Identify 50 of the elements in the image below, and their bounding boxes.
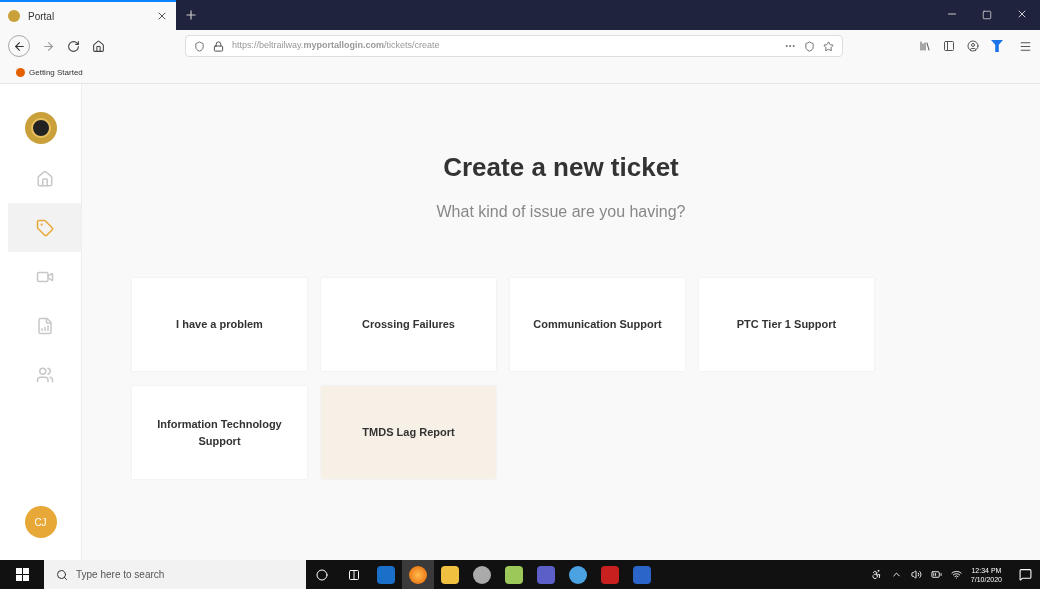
taskbar-search-field[interactable]: Type here to search <box>44 560 306 589</box>
word-app-icon[interactable] <box>633 565 651 584</box>
category-card[interactable]: PTC Tier 1 Support <box>699 278 874 371</box>
lock-icon <box>213 40 224 52</box>
firefox-icon <box>16 68 25 77</box>
url-text: https://beltrailway.myportallogin.com/tickets/create <box>232 39 441 53</box>
category-card[interactable]: Information Technology Support <box>132 386 307 479</box>
menu-icon[interactable] <box>1019 39 1032 53</box>
task-view-icon[interactable] <box>348 568 360 581</box>
tab-title: Portal <box>28 9 56 24</box>
portal-favicon <box>8 10 20 22</box>
report-icon <box>35 316 54 335</box>
account-icon[interactable] <box>967 40 979 52</box>
sidebar-icon[interactable] <box>943 40 955 52</box>
logo-icon <box>24 112 57 144</box>
close-icon[interactable] <box>1016 8 1028 20</box>
home-icon[interactable] <box>92 39 105 53</box>
category-card[interactable]: Communication Support <box>510 278 685 371</box>
home-icon <box>35 169 54 188</box>
firefox-app-icon[interactable] <box>409 565 427 584</box>
maximize-icon[interactable] <box>982 10 992 20</box>
back-arrow-icon <box>12 39 26 53</box>
category-card[interactable]: Crossing Failures <box>321 278 496 371</box>
folder-app-icon[interactable] <box>441 565 459 584</box>
shield-icon <box>194 40 205 52</box>
category-card[interactable]: I have a problem <box>132 278 307 371</box>
notification-icon[interactable] <box>1019 568 1032 581</box>
search-icon <box>56 568 68 581</box>
new-tab-icon[interactable] <box>184 8 198 22</box>
chat-app-icon[interactable] <box>537 565 555 584</box>
speaker-icon[interactable] <box>910 569 922 580</box>
pdf-app-icon[interactable] <box>601 565 619 584</box>
page-subtitle: What kind of issue are you having? <box>436 202 686 222</box>
battery-icon[interactable] <box>930 569 942 580</box>
people-icon <box>35 365 54 384</box>
forward-icon[interactable] <box>42 39 55 53</box>
close-icon[interactable] <box>156 10 168 22</box>
reload-icon[interactable] <box>67 39 80 53</box>
library-icon[interactable] <box>919 40 931 52</box>
page-title: Create a new ticket <box>443 154 679 180</box>
tag-icon <box>35 218 54 237</box>
bookmark-link[interactable]: Getting Started <box>29 66 83 79</box>
browser-tab[interactable]: Portal <box>0 0 176 30</box>
mail-app-icon[interactable] <box>377 565 395 584</box>
star-icon[interactable] <box>823 40 834 52</box>
category-card[interactable]: TMDS Lag Report <box>321 386 496 479</box>
search-placeholder: Type here to search <box>76 568 165 582</box>
document-app-icon[interactable] <box>505 565 523 584</box>
cortana-icon[interactable] <box>316 568 328 581</box>
network-icon[interactable] <box>950 569 962 580</box>
